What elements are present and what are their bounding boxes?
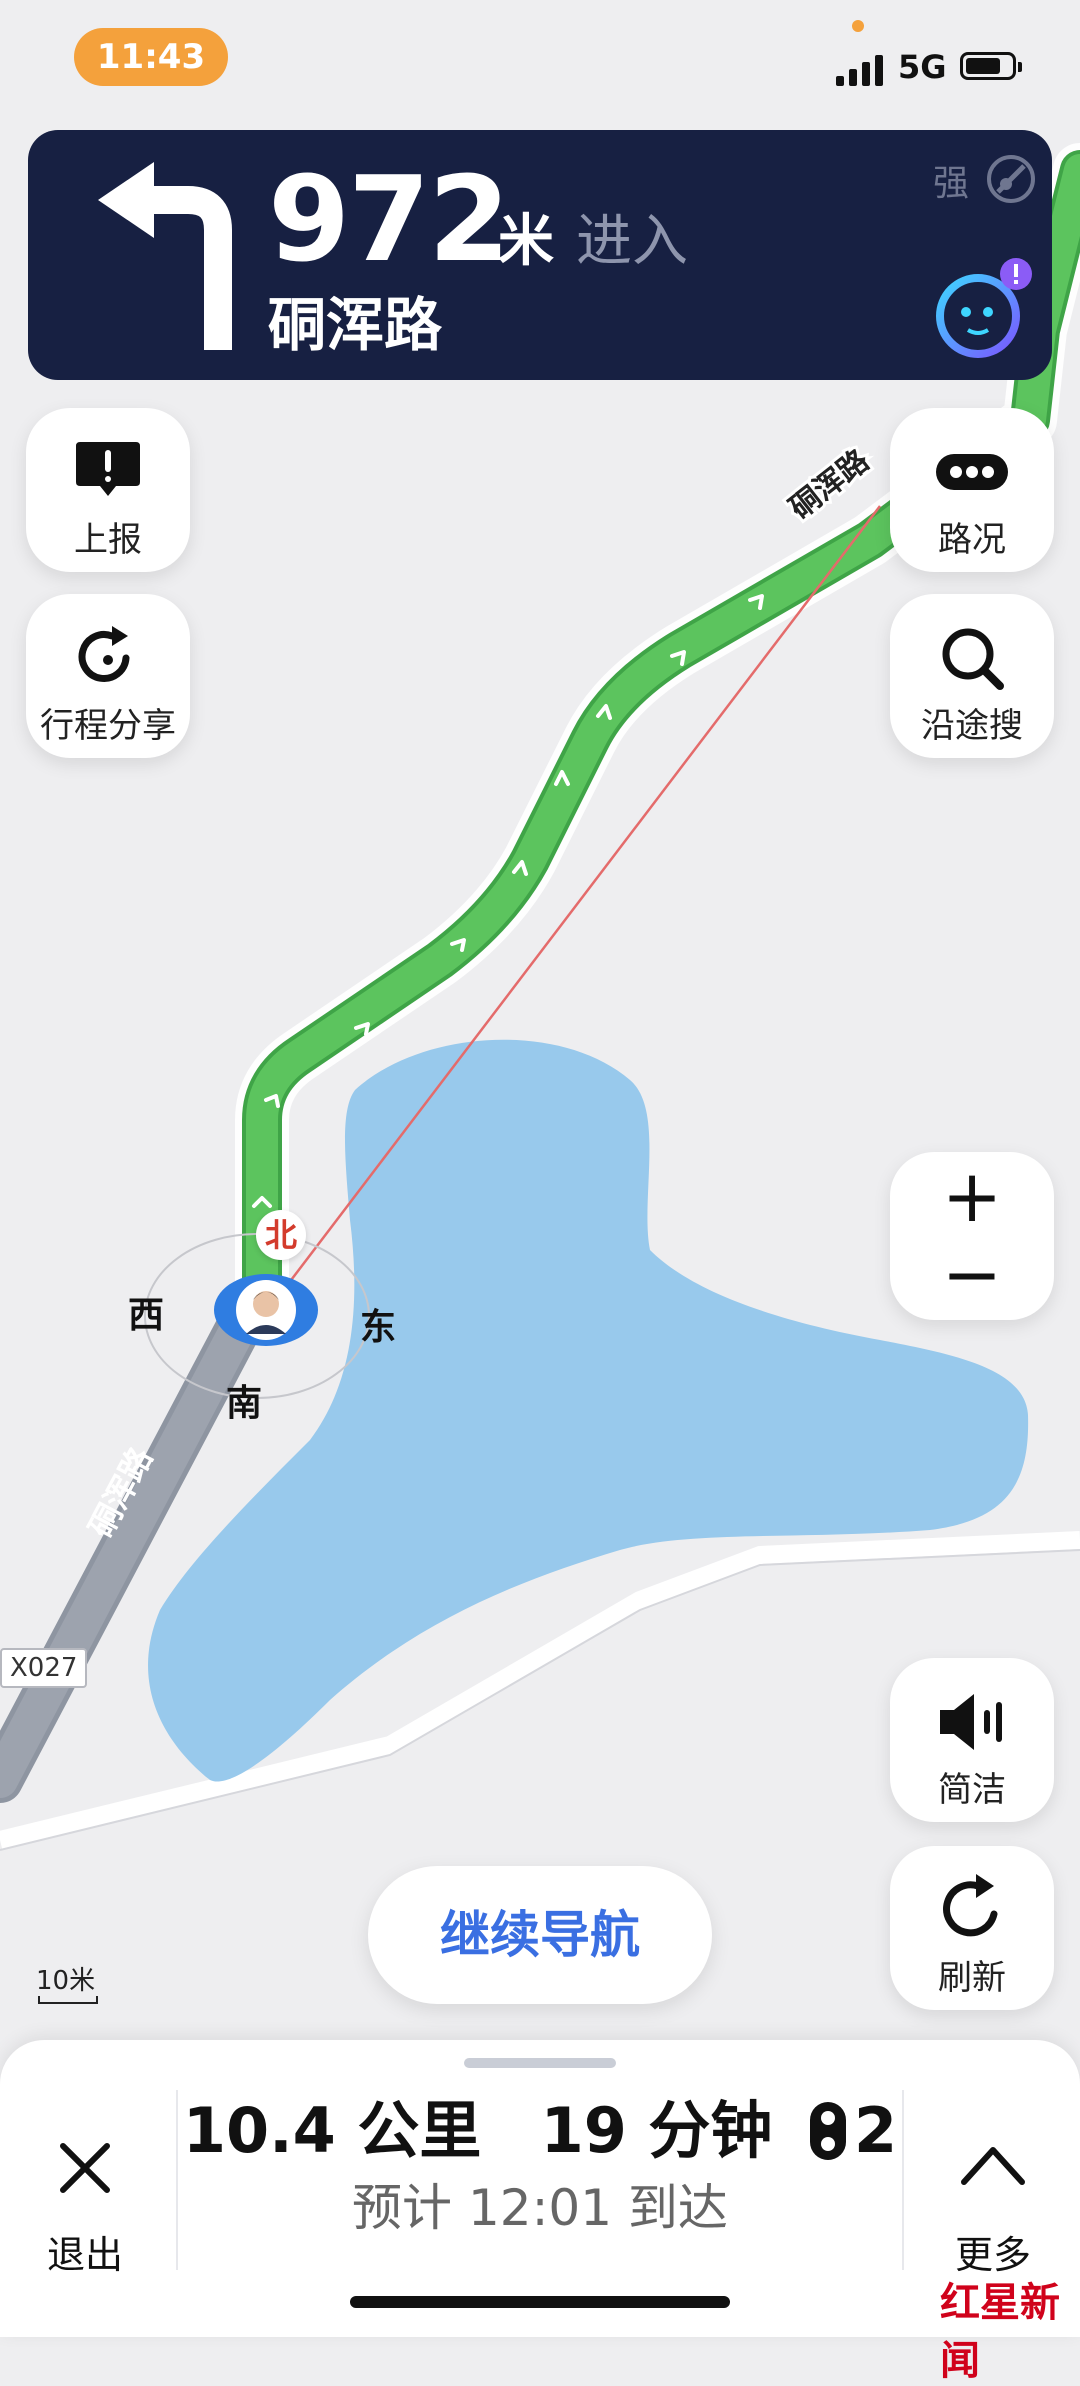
zoom-out-button[interactable]: − xyxy=(890,1238,1054,1310)
route-code-badge: X027 xyxy=(0,1648,88,1688)
search-icon xyxy=(942,628,1004,690)
zoom-control[interactable]: + − xyxy=(890,1152,1054,1320)
exit-label: 退出 xyxy=(46,2233,123,2277)
privacy-indicator xyxy=(852,20,864,32)
next-road-name: 硐浑路 xyxy=(268,291,443,359)
trip-summary: 10.4 公里 19 分钟 2 xyxy=(180,2080,900,2170)
battery-icon xyxy=(960,52,1022,80)
voice-assistant-icon[interactable] xyxy=(928,254,1038,364)
share-trip-label: 行程分享 xyxy=(40,706,176,746)
continue-navigation-button[interactable]: 继续导航 xyxy=(368,1866,712,2004)
status-time: 11:43 xyxy=(74,28,228,86)
close-icon xyxy=(60,2143,110,2193)
navigation-banner[interactable]: 972 米 进入 硐浑路 强 xyxy=(28,130,1052,380)
exit-button[interactable]: 退出 xyxy=(30,2100,140,2277)
drag-handle[interactable] xyxy=(464,2058,616,2068)
traffic-button[interactable]: 路况 xyxy=(890,408,1054,572)
compass-east: 东 xyxy=(360,1307,397,1348)
remaining-time: 19 分钟 xyxy=(540,2094,773,2167)
remaining-distance: 10.4 公里 xyxy=(182,2094,482,2167)
user-location-avatar xyxy=(214,1274,318,1346)
refresh-label: 刷新 xyxy=(938,1958,1006,1998)
eta-text: 预计 12:01 到达 xyxy=(352,2179,728,2237)
search-along-button[interactable]: 沿途搜 xyxy=(890,594,1054,758)
more-button[interactable]: 更多 xyxy=(938,2100,1048,2277)
gps-signal-icon xyxy=(987,155,1035,203)
home-indicator[interactable] xyxy=(350,2296,730,2308)
gps-strength-label: 强 xyxy=(933,163,970,204)
turn-left-arrow-icon xyxy=(98,162,232,350)
scale-bar xyxy=(38,1996,98,2004)
compass-west: 西 xyxy=(128,1295,165,1336)
watermark-logo: 红星新闻 xyxy=(940,2279,1060,2384)
trip-panel: 退出 10.4 公里 19 分钟 2 预计 12:01 到达 更多 xyxy=(0,2040,1080,2337)
speaker-icon xyxy=(940,1694,1002,1750)
concise-mode-button[interactable]: 简洁 xyxy=(890,1658,1054,1822)
distance-unit: 米 xyxy=(498,209,554,274)
traffic-label: 路况 xyxy=(938,520,1006,560)
share-refresh-icon xyxy=(78,626,130,682)
divider-right xyxy=(902,2090,904,2270)
report-button[interactable]: 上报 xyxy=(26,408,190,572)
traffic-light-count: 2 xyxy=(854,2094,898,2167)
divider-left xyxy=(176,2090,178,2270)
cellular-signal-icon xyxy=(836,52,884,86)
network-type: 5G xyxy=(898,48,947,86)
compass-south: 南 xyxy=(226,1383,263,1424)
refresh-icon xyxy=(943,1874,998,1937)
report-label: 上报 xyxy=(74,520,142,560)
report-alert-icon xyxy=(76,442,140,496)
map-scale: 10米 xyxy=(36,1960,98,2004)
refresh-button[interactable]: 刷新 xyxy=(890,1846,1054,2010)
more-dots-icon xyxy=(936,454,1008,490)
turn-action: 进入 xyxy=(576,209,688,274)
zoom-in-button[interactable]: + xyxy=(890,1160,1054,1232)
search-along-label: 沿途搜 xyxy=(921,706,1023,746)
scale-label: 10米 xyxy=(36,1966,96,1996)
traffic-light-icon xyxy=(810,2102,847,2160)
chevron-up-icon xyxy=(961,2147,1025,2185)
compass-north: 北 xyxy=(256,1210,306,1260)
distance-value: 972 xyxy=(268,150,510,288)
concise-mode-label: 简洁 xyxy=(938,1770,1006,1810)
share-trip-button[interactable]: 行程分享 xyxy=(26,594,190,758)
